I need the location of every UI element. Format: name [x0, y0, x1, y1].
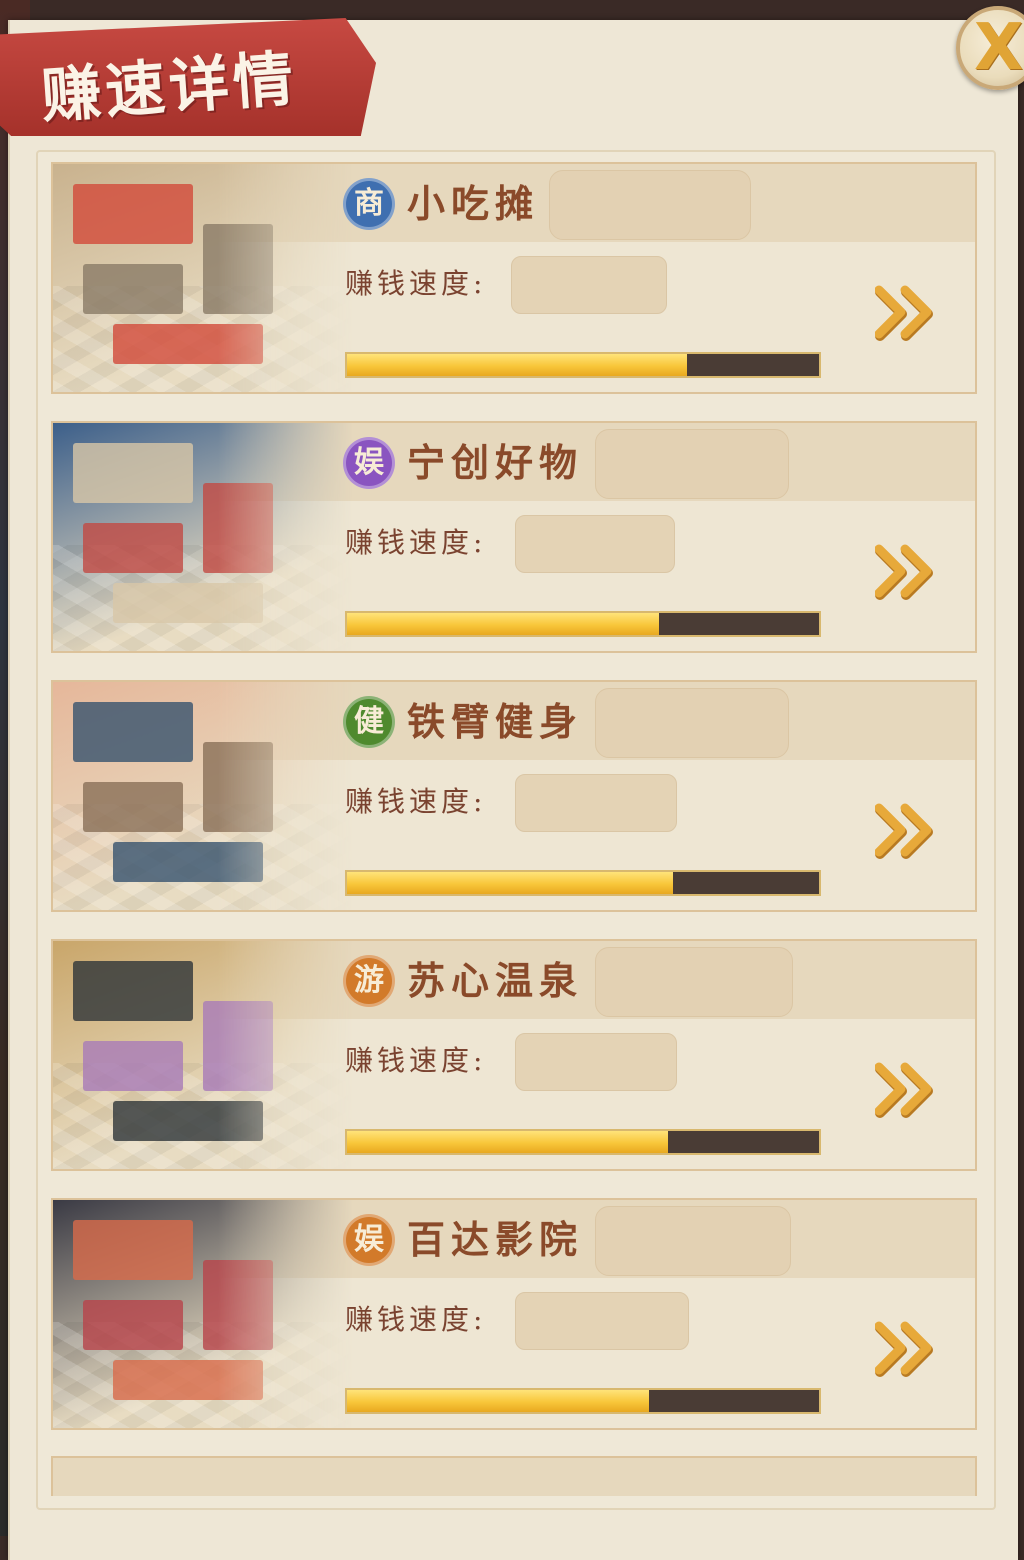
shop-card[interactable]: 游苏心温泉赚钱速度:	[51, 939, 977, 1171]
progress-bar	[345, 1388, 821, 1414]
earning-speed-value-box	[511, 256, 667, 314]
shop-name: 百达影院	[407, 1217, 584, 1262]
category-badge: 游	[343, 955, 395, 1007]
shop-name: 小吃摊	[407, 181, 540, 226]
shop-card[interactable]: 商小吃摊赚钱速度:	[51, 162, 977, 394]
shop-level-box	[549, 170, 751, 240]
shop-card[interactable]: 娱百达影院赚钱速度:	[51, 1198, 977, 1430]
progress-bar	[345, 611, 821, 637]
earning-speed-value-box	[515, 1033, 677, 1091]
shop-card-partial[interactable]	[51, 1456, 977, 1496]
earning-speed-value-box	[515, 774, 677, 832]
shop-illustration	[53, 164, 353, 392]
double-chevron-right-icon[interactable]	[875, 1318, 945, 1378]
earning-speed-label: 赚钱速度:	[345, 1303, 487, 1336]
progress-bar	[345, 870, 821, 896]
shop-name: 苏心温泉	[407, 958, 584, 1003]
shop-card[interactable]: 健铁臂健身赚钱速度:	[51, 680, 977, 912]
category-badge: 商	[343, 178, 395, 230]
shop-name: 宁创好物	[407, 440, 584, 485]
shop-illustration	[53, 1200, 353, 1428]
shop-level-box	[595, 429, 789, 499]
double-chevron-right-icon[interactable]	[875, 282, 945, 342]
progress-bar	[345, 352, 821, 378]
shop-name: 铁臂健身	[407, 699, 584, 744]
shop-illustration	[53, 941, 353, 1169]
shop-illustration	[53, 423, 353, 651]
shop-level-box	[595, 688, 789, 758]
progress-bar	[345, 1129, 821, 1155]
progress-fill	[347, 1390, 650, 1412]
progress-fill	[347, 613, 659, 635]
earning-speed-label: 赚钱速度:	[345, 267, 487, 300]
progress-fill	[347, 1131, 668, 1153]
earning-speed-value-box	[515, 515, 675, 573]
earning-speed-label: 赚钱速度:	[345, 1044, 487, 1077]
double-chevron-right-icon[interactable]	[875, 1059, 945, 1119]
shop-card[interactable]: 娱宁创好物赚钱速度:	[51, 421, 977, 653]
category-badge: 娱	[343, 1214, 395, 1266]
category-badge: 健	[343, 696, 395, 748]
progress-fill	[347, 354, 687, 376]
earning-speed-label: 赚钱速度:	[345, 526, 487, 559]
earning-speed-label: 赚钱速度:	[345, 785, 487, 818]
earning-speed-value-box	[515, 1292, 689, 1350]
shop-illustration	[53, 682, 353, 910]
category-badge: 娱	[343, 437, 395, 489]
shop-level-box	[595, 947, 793, 1017]
progress-fill	[347, 872, 673, 894]
double-chevron-right-icon[interactable]	[875, 541, 945, 601]
card-header-band	[53, 1458, 975, 1496]
double-chevron-right-icon[interactable]	[875, 800, 945, 860]
shop-level-box	[595, 1206, 791, 1276]
close-icon: X	[974, 11, 1024, 85]
